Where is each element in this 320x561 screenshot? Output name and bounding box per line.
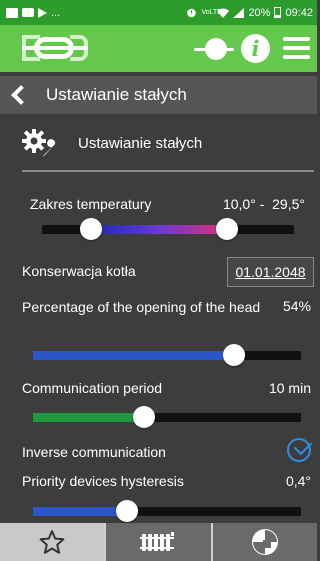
communication-period-label: Communication period [22, 380, 163, 396]
hysteresis-value: 0,4° [285, 473, 311, 489]
notification-more: ... [51, 6, 61, 19]
section-divider [22, 170, 314, 172]
info-icon[interactable]: i [241, 34, 270, 63]
section-header: Ustawianie stałych [22, 126, 312, 160]
communication-period-slider[interactable] [33, 406, 301, 428]
app-bar: i [0, 25, 317, 72]
gear-wrench-icon [22, 129, 56, 157]
gauge-icon [251, 529, 278, 555]
head-opening-slider[interactable] [33, 344, 301, 366]
communication-period-thumb[interactable] [133, 406, 155, 428]
menu-icon[interactable] [283, 37, 310, 60]
status-bar-system: VoLTE 20% 09:42 [186, 7, 313, 19]
temperature-range-fill [91, 225, 227, 234]
hysteresis-label: Priority devices hysteresis [22, 473, 184, 489]
tab-favorites[interactable] [0, 523, 105, 561]
eob-logo [22, 35, 88, 61]
temperature-range-value: 10,0° - 29,5° [222, 196, 305, 212]
temperature-max-thumb[interactable] [216, 218, 238, 240]
screen-title-bar: Ustawianie stałych [0, 76, 317, 114]
boiler-maintenance-label: Konserwacja kotła [22, 263, 136, 279]
radiator-icon [140, 532, 175, 551]
communication-period-value: 10 min [268, 380, 311, 396]
star-icon [39, 530, 65, 554]
status-bar-notifications: ... [6, 7, 60, 19]
boiler-maintenance-date[interactable]: 01.01.2048 [227, 257, 314, 287]
head-opening-value: 54% [282, 298, 311, 314]
battery-icon [274, 7, 282, 18]
play-icon [38, 7, 47, 18]
status-bar: ... VoLTE 20% 09:42 [0, 0, 317, 25]
temperature-range-slider[interactable] [42, 218, 294, 240]
signal-icon [233, 7, 245, 18]
back-chevron-icon[interactable] [11, 85, 31, 105]
head-opening-thumb[interactable] [223, 344, 245, 366]
inverse-communication-check-icon[interactable] [287, 438, 311, 462]
alarm-icon [187, 8, 197, 18]
screen-title: Ustawianie stałych [46, 85, 187, 104]
image-icon [6, 7, 18, 18]
message-icon [22, 8, 34, 17]
temperature-range-label: Zakres temperatury [30, 196, 152, 212]
volte-indicator: VoLTE [201, 9, 222, 16]
tab-gauge[interactable] [210, 523, 317, 561]
plug-icon[interactable] [194, 36, 234, 62]
battery-percent: 20% [248, 6, 271, 19]
hysteresis-slider[interactable] [33, 500, 301, 522]
head-opening-fill [33, 351, 234, 360]
hysteresis-thumb[interactable] [116, 500, 138, 522]
head-opening-label: Percentage of the opening of the head [22, 299, 261, 315]
temperature-min-thumb[interactable] [80, 218, 102, 240]
section-title: Ustawianie stałych [78, 134, 203, 152]
bottom-navigation [0, 523, 317, 561]
tab-radiators[interactable] [104, 523, 211, 561]
communication-period-fill [33, 413, 144, 422]
clock: 09:42 [285, 6, 313, 19]
inverse-communication-label: Inverse communication [22, 444, 166, 460]
hysteresis-fill [33, 507, 127, 516]
wifi-icon [217, 8, 230, 18]
